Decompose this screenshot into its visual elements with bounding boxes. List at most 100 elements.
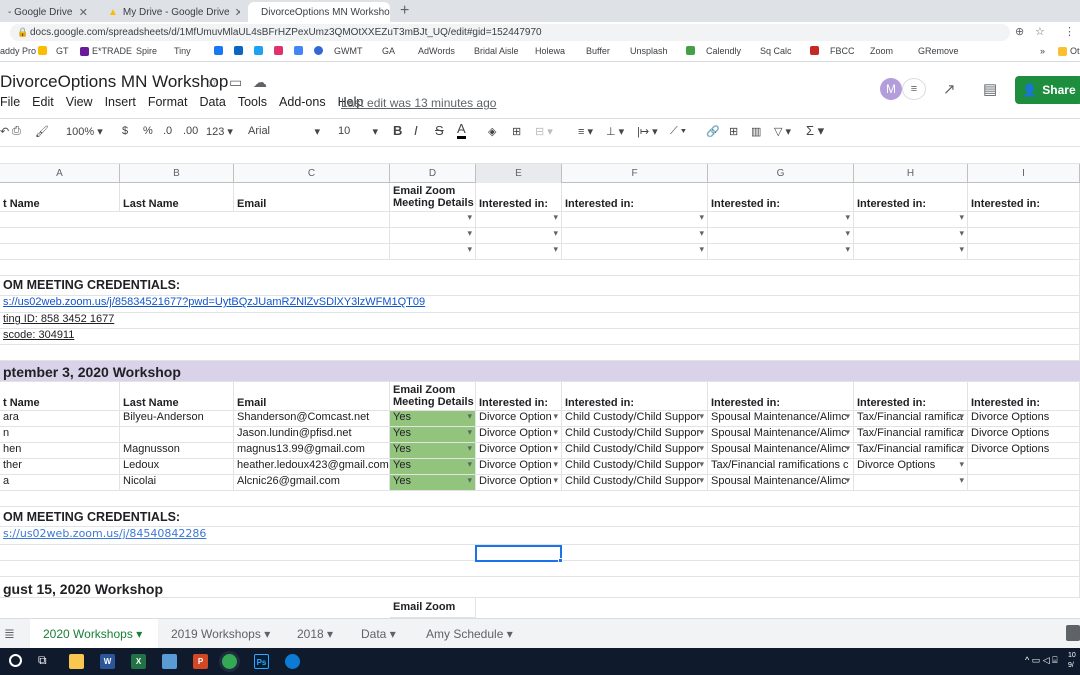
bookmarks-more[interactable]: » — [1040, 46, 1045, 56]
cell-header-first-name[interactable]: t Name — [0, 183, 120, 212]
font-select[interactable]: Arial ▾ — [248, 125, 320, 138]
cell-header-interest[interactable]: Interested in: — [708, 382, 854, 411]
paint-format-icon[interactable]: 🖌 — [35, 125, 49, 138]
empty-cell[interactable] — [968, 244, 1080, 260]
spreadsheet-grid[interactable]: t Name Last Name Email Email Zoom Meetin… — [0, 183, 1080, 618]
cell-interest[interactable]: Child Custody/Child Suppor — [562, 427, 708, 443]
dropdown-cell[interactable] — [562, 212, 708, 228]
dropdown-cell[interactable] — [562, 228, 708, 244]
cell-first-name[interactable]: n — [0, 427, 120, 443]
dropdown-cell[interactable] — [708, 212, 854, 228]
grid-bookmark[interactable] — [810, 46, 819, 55]
cell-header-email[interactable]: Email — [234, 382, 390, 411]
menu-file[interactable]: File — [0, 95, 20, 109]
zoom-link[interactable]: s://us02web.zoom.us/j/84540842286 — [0, 527, 1080, 545]
bookmark-etrade[interactable]: E*TRADE — [80, 46, 132, 56]
word-icon[interactable]: W — [100, 654, 115, 669]
empty-row[interactable] — [0, 491, 1080, 507]
menu-format[interactable]: Format — [148, 95, 188, 109]
functions-button[interactable]: Σ ▾ — [806, 123, 824, 139]
section-header-sept-2020[interactable]: ptember 3, 2020 Workshop — [0, 361, 1080, 382]
cell-first-name[interactable]: a — [0, 475, 120, 491]
bookmark-holewa[interactable]: Holewa — [535, 46, 565, 56]
cell-last-name[interactable]: Nicolai — [120, 475, 234, 491]
zoom-credentials-title[interactable]: OM MEETING CREDENTIALS: — [0, 276, 1080, 296]
empty-row[interactable] — [0, 561, 1080, 577]
filter-icon[interactable]: ▽ ▾ — [774, 125, 791, 138]
new-tab-button[interactable]: + — [400, 2, 409, 20]
dropdown-cell[interactable] — [708, 244, 854, 260]
cell-interest[interactable]: Tax/Financial ramifica — [854, 443, 968, 459]
zoom-icon[interactable]: ⊕ — [1015, 25, 1024, 38]
bookmark-c[interactable] — [38, 46, 47, 55]
chrome-icon[interactable] — [222, 654, 237, 669]
cell-interest[interactable]: Spousal Maintenance/Alimc — [708, 411, 854, 427]
browser-tab-sheets[interactable]: DivorceOptions MN Workshop -✕ — [248, 2, 390, 22]
borders-icon[interactable]: ⊞ — [512, 125, 521, 138]
cell-interest[interactable]: Divorce Option — [476, 475, 562, 491]
cell-interest[interactable] — [854, 475, 968, 491]
column-header-d[interactable]: D — [390, 164, 476, 183]
cell-header-email[interactable]: Email — [234, 183, 390, 212]
avatar[interactable]: M — [880, 78, 902, 100]
bookmark-fbcc[interactable]: FBCC — [830, 46, 855, 56]
column-header-g[interactable]: G — [708, 164, 854, 183]
bold-button[interactable]: B — [393, 123, 402, 138]
cell-interest[interactable]: Child Custody/Child Suppor — [562, 475, 708, 491]
empty-cell[interactable] — [0, 212, 390, 228]
px-bookmark[interactable] — [686, 46, 695, 55]
bookmark-buffer[interactable]: Buffer — [586, 46, 610, 56]
share-button[interactable]: 👤 Share — [1015, 76, 1080, 104]
column-header-a[interactable]: A — [0, 164, 120, 183]
sheet-tab-amy-schedule[interactable]: Amy Schedule ▾ — [426, 627, 513, 641]
dropdown-cell[interactable] — [390, 212, 476, 228]
cell-interest[interactable]: Child Custody/Child Suppor — [562, 411, 708, 427]
close-icon[interactable]: ✕ — [235, 6, 240, 19]
cell-email[interactable]: Alcnic26@gmail.com — [234, 475, 390, 491]
cortana-icon[interactable] — [9, 654, 22, 667]
merge-cells-icon[interactable]: ⊟ ▾ — [535, 125, 553, 138]
browser-tab-drive-2[interactable]: ▲ My Drive - Google Drive ✕ — [100, 2, 240, 22]
bookmark-adwords[interactable]: AdWords — [418, 46, 455, 56]
dropdown-cell[interactable] — [476, 228, 562, 244]
cell-header-interest[interactable]: Interested in: — [562, 382, 708, 411]
close-icon[interactable]: ✕ — [79, 6, 88, 19]
cell-interest[interactable]: Tax/Financial ramifica — [854, 427, 968, 443]
cell-header-interest[interactable]: Interested in: — [854, 183, 968, 212]
font-size-select[interactable]: 10 ▾ — [338, 125, 378, 138]
bookmark-gt[interactable]: GT — [56, 46, 69, 56]
zoom-link[interactable]: s://us02web.zoom.us/j/85834521677?pwd=Uy… — [0, 296, 1080, 313]
more-icon[interactable]: ⋮ — [1064, 25, 1075, 38]
star-icon[interactable]: ☆ — [206, 74, 219, 91]
cell-last-name[interactable] — [120, 427, 234, 443]
cell-interest[interactable] — [968, 475, 1080, 491]
cell-header-first-name[interactable]: t Name — [0, 382, 120, 411]
dropdown-cell[interactable] — [708, 228, 854, 244]
dropdown-cell[interactable] — [390, 244, 476, 260]
fill-color-icon[interactable]: ◈ — [488, 125, 496, 138]
formula-bar[interactable] — [0, 146, 1080, 164]
cell-header-interest[interactable]: Interested in: — [854, 382, 968, 411]
linkedin-bookmark[interactable] — [234, 46, 243, 55]
cell-header-interest[interactable]: Interested in: — [476, 382, 562, 411]
cell-email[interactable]: magnus13.99@gmail.com — [234, 443, 390, 459]
cell-first-name[interactable]: ther — [0, 459, 120, 475]
empty-row[interactable] — [0, 260, 1080, 276]
google-bookmark[interactable] — [294, 46, 303, 55]
cell-zoom-yes[interactable]: Yes — [390, 411, 476, 427]
photoshop-icon[interactable]: Ps — [254, 654, 269, 669]
zoom-select[interactable]: 100% ▾ — [66, 125, 103, 138]
dropdown-cell[interactable] — [854, 244, 968, 260]
dropdown-cell[interactable] — [854, 228, 968, 244]
text-rotation-icon[interactable]: ⟋ ▾ — [670, 125, 686, 138]
column-header-e[interactable]: E — [476, 164, 562, 183]
column-header-b[interactable]: B — [120, 164, 234, 183]
browser-tab-drive-1[interactable]: - Google Drive ✕ — [0, 2, 96, 22]
cell-interest[interactable]: Spousal Maintenance/Alimc — [708, 427, 854, 443]
cell-interest[interactable]: Divorce Option — [476, 427, 562, 443]
screen-icon[interactable] — [162, 654, 177, 669]
column-header-c[interactable]: C — [234, 164, 390, 183]
empty-cell[interactable] — [0, 244, 390, 260]
cell-last-name[interactable]: Magnusson — [120, 443, 234, 459]
clock[interactable]: 10 9/ — [1068, 651, 1076, 671]
